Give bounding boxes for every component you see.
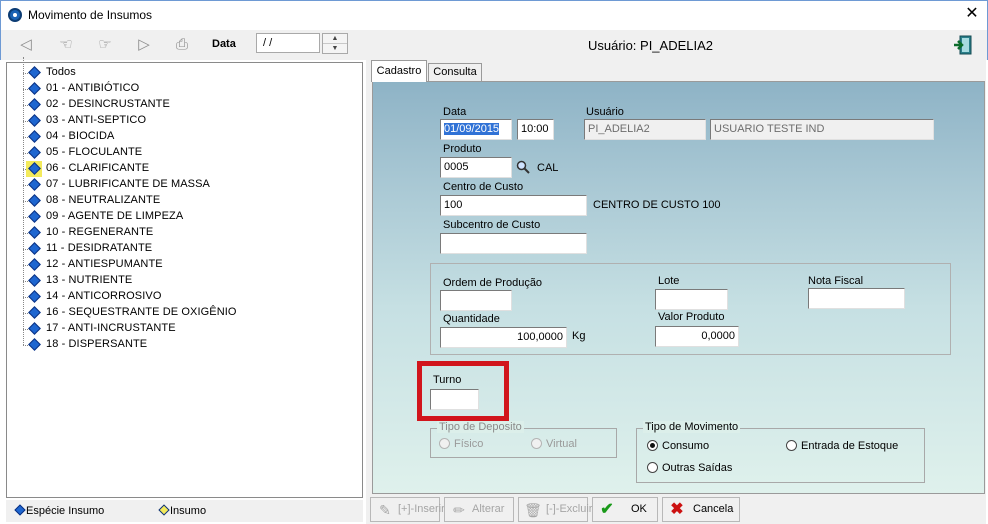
quantidade-field[interactable]: 100,0000 bbox=[440, 327, 567, 348]
usuario-nome-field: USUARIO TESTE IND bbox=[710, 119, 934, 140]
toolbar-date-label: Data bbox=[212, 38, 236, 50]
tree-item-label: 12 - ANTIESPUMANTE bbox=[46, 258, 163, 270]
data-label: Data bbox=[443, 106, 467, 118]
subcentro-field[interactable] bbox=[440, 233, 587, 254]
spin-down-icon[interactable]: ▼ bbox=[323, 44, 347, 54]
search-icon[interactable] bbox=[516, 160, 530, 174]
tree-item-label: 02 - DESINCRUSTANTE bbox=[46, 98, 170, 110]
radio-outras-saidas[interactable]: Outras Saídas bbox=[647, 462, 732, 474]
tree-item-label: 04 - BIOCIDA bbox=[46, 130, 115, 142]
nota-fiscal-label: Nota Fiscal bbox=[808, 275, 864, 287]
ordem-producao-field[interactable] bbox=[440, 290, 512, 311]
legend-insumo-label: Insumo bbox=[170, 505, 207, 517]
cancel-x-icon: ✖ bbox=[670, 501, 684, 518]
usuario-field: PI_ADELIA2 bbox=[584, 119, 706, 140]
tree-item-label: 07 - LUBRIFICANTE DE MASSA bbox=[46, 178, 210, 190]
centro-custo-label: Centro de Custo bbox=[443, 181, 524, 193]
radio-consumo[interactable]: Consumo bbox=[647, 440, 709, 452]
tree-item-label: 08 - NEUTRALIZANTE bbox=[46, 194, 161, 206]
tree-item-label: 18 - DISPERSANTE bbox=[46, 338, 148, 350]
tipo-movimento-legend: Tipo de Movimento bbox=[643, 421, 741, 433]
radio-fisico[interactable]: Físico bbox=[439, 438, 483, 450]
tab-consulta[interactable]: Consulta bbox=[428, 63, 482, 82]
radio-virtual[interactable]: Virtual bbox=[531, 438, 577, 450]
tree-item-label: 06 - CLARIFICANTE bbox=[46, 162, 150, 174]
legend-especie-label: Espécie Insumo bbox=[26, 505, 105, 517]
check-icon: ✔ bbox=[600, 501, 614, 518]
valor-produto-label: Valor Produto bbox=[658, 311, 725, 323]
tree-item-label: 03 - ANTI-SEPTICO bbox=[46, 114, 147, 126]
valor-produto-field[interactable]: 0,0000 bbox=[655, 326, 739, 347]
centro-custo-desc: CENTRO DE CUSTO 100 bbox=[593, 199, 721, 211]
tree-item-label: 11 - DESIDRATANTE bbox=[46, 242, 153, 254]
tab-cadastro[interactable]: Cadastro bbox=[371, 60, 427, 82]
insert-icon: ✎ bbox=[379, 502, 391, 518]
window-title: Movimento de Insumos bbox=[28, 8, 153, 22]
print-icon[interactable]: ⎙ bbox=[171, 36, 193, 54]
tipo-movimento-group: Tipo de Movimento bbox=[636, 421, 925, 483]
edit-icon: ✏ bbox=[453, 502, 465, 518]
tree-item-label: 10 - REGENERANTE bbox=[46, 226, 154, 238]
date-spinner[interactable]: ▲ ▼ bbox=[322, 33, 348, 54]
quantidade-unit: Kg bbox=[572, 330, 586, 342]
spin-up-icon[interactable]: ▲ bbox=[323, 34, 347, 44]
toolbar-date-input[interactable]: / / bbox=[256, 33, 320, 53]
centro-custo-field[interactable]: 100 bbox=[440, 195, 587, 216]
quantidade-label: Quantidade bbox=[443, 313, 500, 325]
tipo-deposito-legend: Tipo de Deposito bbox=[437, 421, 524, 433]
last-record-icon[interactable]: ▷ bbox=[133, 36, 155, 54]
close-icon[interactable]: ✕ bbox=[962, 4, 982, 24]
trash-icon: 🗑 bbox=[524, 502, 542, 518]
tree-item-label: 14 - ANTICORROSIVO bbox=[46, 290, 162, 302]
data-field[interactable]: 01/09/2015 bbox=[440, 119, 512, 140]
tree-item-label: 13 - NUTRIENTE bbox=[46, 274, 133, 286]
tree-item-label: 05 - FLOCULANTE bbox=[46, 146, 143, 158]
produto-label: Produto bbox=[443, 143, 482, 155]
inserir-button[interactable]: ✎ [+]-Inserir bbox=[370, 497, 445, 522]
nota-fiscal-field[interactable] bbox=[808, 288, 905, 309]
tree-item-label: 01 - ANTIBIÓTICO bbox=[46, 82, 140, 94]
previous-record-icon[interactable]: ☜ bbox=[55, 36, 77, 54]
tree-legend: Espécie Insumo Insumo bbox=[6, 500, 363, 522]
excluir-button[interactable]: 🗑 [-]-Excluir bbox=[518, 497, 592, 522]
insumo-diamond-icon bbox=[158, 504, 170, 516]
tree-item-label: 09 - AGENTE DE LIMPEZA bbox=[46, 210, 184, 222]
tree-item-label: Todos bbox=[46, 66, 76, 78]
turno-highlight-box bbox=[417, 361, 509, 421]
cancela-button[interactable]: ✖ Cancela bbox=[662, 497, 740, 522]
especie-diamond-icon bbox=[14, 504, 26, 516]
subcentro-label: Subcentro de Custo bbox=[443, 219, 541, 231]
tree-item-label: 16 - SEQUESTRANTE DE OXIGÊNIO bbox=[46, 306, 237, 318]
first-record-icon[interactable]: ◁ bbox=[15, 36, 37, 54]
next-record-icon[interactable]: ☞ bbox=[94, 36, 116, 54]
lote-field[interactable] bbox=[655, 289, 728, 310]
usuario-label: Usuário bbox=[586, 106, 624, 118]
hora-field[interactable]: 10:00 bbox=[517, 119, 554, 140]
current-user-label: Usuário: PI_ADELIA2 bbox=[588, 38, 714, 53]
radio-entrada-estoque[interactable]: Entrada de Estoque bbox=[786, 440, 898, 452]
produto-field[interactable]: 0005 bbox=[440, 157, 512, 178]
exit-icon[interactable] bbox=[953, 34, 975, 56]
produto-desc: CAL bbox=[537, 162, 559, 174]
ordem-producao-label: Ordem de Produção bbox=[443, 277, 543, 289]
ok-button[interactable]: ✔ OK bbox=[592, 497, 658, 522]
toolbar: ◁ ☜ ☞ ▷ ⎙ bbox=[0, 30, 988, 60]
app-icon bbox=[8, 8, 22, 22]
alterar-button[interactable]: ✏ Alterar bbox=[444, 497, 514, 522]
lote-label: Lote bbox=[658, 275, 680, 287]
tree-item-label: 17 - ANTI-INCRUSTANTE bbox=[46, 322, 176, 334]
